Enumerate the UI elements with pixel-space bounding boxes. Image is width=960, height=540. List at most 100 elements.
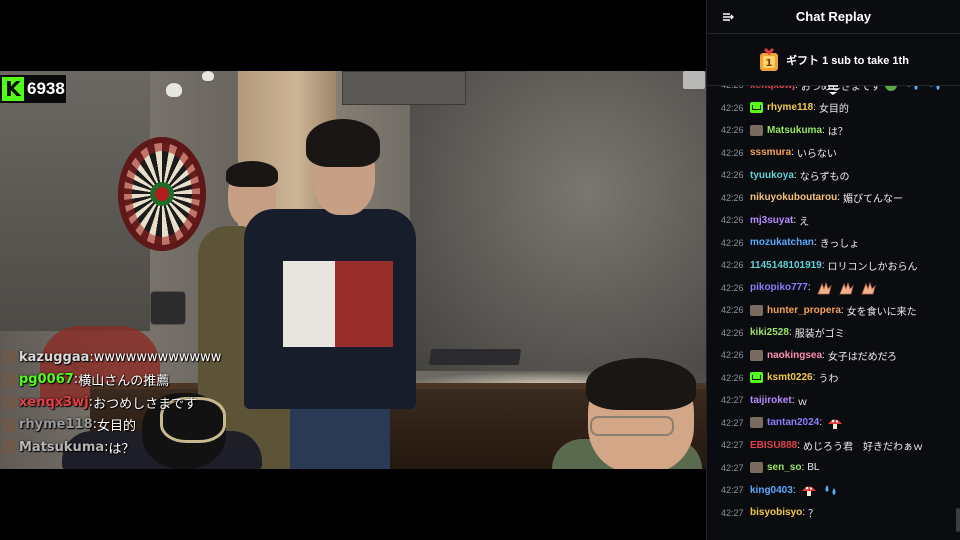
- overlay-chat-line: xenqx3wj: おつめしさまです: [2, 391, 302, 414]
- overlay-chat-text: 横山さんの推薦: [78, 374, 170, 390]
- pinned-text: ギフト 1 sub to take 1th: [786, 54, 909, 67]
- message-username[interactable]: nikuyokuboutarou: [750, 192, 837, 203]
- message-separator: :: [807, 282, 811, 294]
- chat-message[interactable]: 42:26 kiki2528: 服装がゴミ: [707, 322, 960, 345]
- message-separator: :: [793, 214, 797, 226]
- chat-message[interactable]: 42:27 tantan2024:: [707, 412, 960, 435]
- chat-message[interactable]: 42:26 nikuyokuboutarou: 媚びてんなー: [707, 187, 960, 210]
- message-separator: :: [822, 124, 825, 136]
- message-separator: :: [788, 327, 792, 339]
- message-username[interactable]: sssmura: [750, 147, 791, 158]
- video-player[interactable]: K 6938 kazuggaa: wwwwwwwwwwww pg0067: 横山さ…: [0, 0, 706, 540]
- chat-message[interactable]: 42:26 sssmura: いらない: [707, 142, 960, 165]
- message-timestamp: 42:27: [721, 440, 744, 451]
- message-timestamp: 42:26: [721, 282, 744, 293]
- laptop: [428, 349, 522, 365]
- chat-message[interactable]: 42:26 naokingsea: 女子はだめだろ: [707, 344, 960, 367]
- overlay-chat-line: kazuggaa: wwwwwwwwwwww: [2, 346, 302, 369]
- message-username[interactable]: mozukatchan: [750, 237, 814, 248]
- chat-message[interactable]: 42:26 tyuukoya: ならずもの: [707, 164, 960, 187]
- chat-scrollbar[interactable]: [956, 508, 960, 532]
- chat-message[interactable]: 42:26 rhyme118: 女目的: [707, 97, 960, 120]
- chat-message[interactable]: 42:27 taijiroket: ｗ: [707, 389, 960, 412]
- message-text: いらない: [796, 149, 837, 161]
- message-username[interactable]: pikopiko777: [750, 282, 808, 293]
- stream-overlay-chat: kazuggaa: wwwwwwwwwwww pg0067: 横山さんの推薦 xen…: [2, 346, 302, 459]
- chat-message[interactable]: 42:27 bisyobisyo:？: [707, 502, 960, 525]
- message-text: ロリコンしかおらん: [827, 261, 918, 273]
- message-username[interactable]: sen_so: [767, 462, 801, 473]
- message-username[interactable]: EBISU888: [750, 440, 797, 451]
- user-avatar-badge-icon: [750, 462, 763, 474]
- overlay-chat-username: Matsukuma: [19, 439, 105, 455]
- message-username[interactable]: ksmt0226: [767, 372, 813, 383]
- pinned-message[interactable]: 1 ギフト 1 sub to take 1th: [707, 34, 960, 86]
- message-separator: :: [791, 147, 794, 159]
- avatar: [2, 395, 16, 410]
- message-username[interactable]: naokingsea: [767, 350, 822, 361]
- overlay-chat-line: Matsukuma: は？: [2, 436, 302, 459]
- message-username[interactable]: xenqx3wj: [750, 86, 795, 91]
- message-text: ならずもの: [799, 171, 850, 183]
- svg-text:1: 1: [766, 58, 773, 69]
- overlay-chat-username: kazuggaa: [19, 349, 90, 365]
- message-timestamp: 42:27: [721, 507, 744, 518]
- user-avatar-badge-icon: [750, 349, 763, 361]
- chat-message[interactable]: 42:26 hunter_propera: 女を食いに来た: [707, 299, 960, 322]
- drops-icon: [929, 86, 940, 91]
- sweater-red-panel: [335, 261, 393, 347]
- message-username[interactable]: hunter_propera: [767, 305, 841, 316]
- message-username[interactable]: bisyobisyo: [750, 507, 802, 518]
- chat-message[interactable]: 42:26 1145148101919: ロリコンしかおらん: [707, 254, 960, 277]
- message-text: おつめしさまです: [800, 86, 881, 93]
- message-timestamp: 42:27: [721, 395, 744, 406]
- wall-right: [410, 71, 706, 371]
- chat-message[interactable]: 42:26 pikopiko777:: [707, 277, 960, 300]
- message-text: 服装がゴミ: [794, 329, 845, 341]
- chat-message[interactable]: 42:26 mozukatchan: きっしょ: [707, 232, 960, 255]
- message-separator: :: [840, 304, 844, 316]
- chat-message[interactable]: 42:26 Matsukuma: は？: [707, 119, 960, 142]
- message-timestamp: 42:26: [721, 305, 744, 316]
- hand-icon: [817, 281, 832, 295]
- overlay-chat-username: rhyme118: [19, 417, 93, 433]
- message-username[interactable]: Matsukuma: [767, 125, 822, 136]
- chat-message-list[interactable]: 42:26xenqx3wj:おつめしさまです42:26rhyme118:女目的4…: [707, 86, 960, 540]
- message-separator: :: [819, 417, 823, 429]
- viewer-count: 6938: [27, 79, 65, 98]
- message-text: ｗ: [797, 396, 808, 408]
- message-username[interactable]: tantan2024: [767, 417, 819, 428]
- mushroom-icon: [828, 419, 843, 429]
- message-username[interactable]: kiki2528: [750, 327, 789, 338]
- overlay-chat-text: おつめしさまです: [93, 396, 198, 412]
- message-separator: :: [821, 259, 825, 271]
- message-username[interactable]: taijiroket: [750, 395, 792, 406]
- message-username[interactable]: rhyme118: [767, 102, 813, 113]
- message-text: BL: [807, 462, 820, 474]
- chat-message[interactable]: 42:27 king0403:: [707, 479, 960, 502]
- wall-device: [150, 291, 186, 325]
- avatar: [2, 417, 16, 432]
- drops-icon: [825, 485, 836, 496]
- message-username[interactable]: mj3suyat: [750, 215, 793, 226]
- message-separator: :: [822, 349, 825, 361]
- drops-icon: [907, 86, 918, 91]
- message-timestamp: 42:26: [721, 215, 744, 226]
- message-text: 女子はだめだろ: [827, 351, 898, 363]
- message-username[interactable]: king0403: [750, 485, 793, 496]
- collapse-chat-icon[interactable]: [721, 10, 735, 24]
- message-timestamp: 42:26: [721, 147, 744, 158]
- overlay-chat-text: wwwwwwwwwwww: [93, 349, 222, 365]
- person-jeans: [290, 401, 390, 469]
- message-separator: :: [813, 237, 817, 249]
- chat-message[interactable]: 42:26 ksmt0226: うわ: [707, 367, 960, 390]
- user-avatar-badge-icon: [750, 304, 763, 316]
- chat-panel: Chat Replay 1 ギフト 1 sub to take 1th 42:2…: [706, 0, 960, 540]
- message-username[interactable]: 1145148101919: [750, 260, 822, 271]
- chat-message[interactable]: 42:26 mj3suyat: え: [707, 209, 960, 232]
- chat-message[interactable]: 42:26xenqx3wj:おつめしさまです: [707, 86, 960, 97]
- chat-message[interactable]: 42:27 sen_so: BL: [707, 457, 960, 480]
- avatar: [2, 440, 16, 455]
- chat-message[interactable]: 42:27 EBISU888: めじろう君 好きだわぁｗ: [707, 434, 960, 457]
- message-username[interactable]: tyuukoya: [750, 170, 794, 181]
